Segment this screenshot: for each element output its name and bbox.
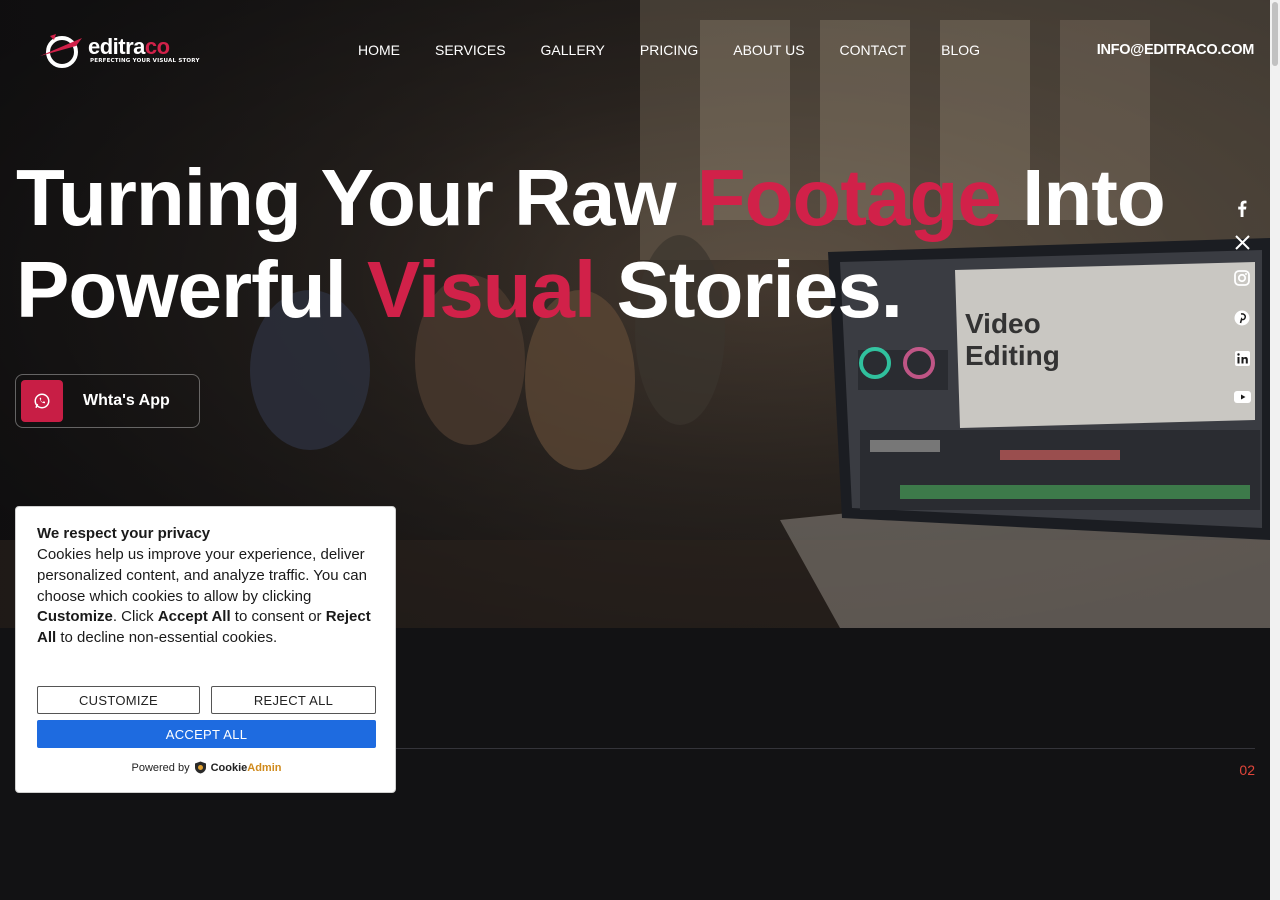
powered-by-label: Powered by <box>131 761 190 774</box>
whatsapp-label: Whta's App <box>83 392 170 409</box>
main-nav: HOME SERVICES GALLERY PRICING ABOUT US C… <box>358 42 1015 58</box>
headline-highlight-footage: Footage <box>696 153 1002 242</box>
linkedin-icon[interactable] <box>1232 348 1252 368</box>
site-logo[interactable]: editraco PERFECTING YOUR VISUAL STORY <box>36 30 199 70</box>
headline-text: Into <box>1000 153 1166 242</box>
headline-text: Stories. <box>595 245 902 334</box>
page-scrollbar[interactable] <box>1270 0 1280 900</box>
slide-counter: 02 <box>1239 762 1255 778</box>
logo-wordmark: editraco <box>88 34 170 59</box>
cookie-description: Cookies help us improve your experience,… <box>37 546 371 647</box>
cookie-consent-banner: We respect your privacy Cookies help us … <box>15 506 396 793</box>
x-icon[interactable] <box>1232 232 1252 252</box>
cookie-reject-all-button[interactable]: REJECT ALL <box>211 686 376 714</box>
cookie-title: We respect your privacy <box>37 525 211 542</box>
headline-text: Powerful <box>16 245 368 334</box>
pinterest-icon[interactable] <box>1232 308 1252 328</box>
whatsapp-button[interactable]: Whta's App <box>15 374 200 428</box>
scrollbar-thumb[interactable] <box>1272 2 1278 66</box>
headline-highlight-visual: Visual <box>367 245 596 334</box>
nav-home[interactable]: HOME <box>358 42 400 58</box>
cookieadmin-brand: CookieAdmin <box>210 761 282 774</box>
headline-text: Turning Your Raw <box>16 153 697 242</box>
nav-blog[interactable]: BLOG <box>941 42 980 58</box>
page: Video Editing editraco PERFECTING YOUR V… <box>0 0 1280 900</box>
cookie-accept-all-button[interactable]: ACCEPT ALL <box>37 720 376 748</box>
nav-services[interactable]: SERVICES <box>435 42 506 58</box>
nav-about-us[interactable]: ABOUT US <box>733 42 804 58</box>
logo-emblem-icon <box>40 34 82 68</box>
facebook-icon[interactable] <box>1232 198 1252 218</box>
header-email-link[interactable]: INFO@EDITRACO.COM <box>1097 42 1255 58</box>
logo-tagline: PERFECTING YOUR VISUAL STORY <box>90 58 200 64</box>
youtube-icon[interactable] <box>1232 387 1252 407</box>
cookie-customize-button[interactable]: CUSTOMIZE <box>37 686 200 714</box>
nav-contact[interactable]: CONTACT <box>840 42 907 58</box>
whatsapp-icon <box>21 380 63 422</box>
hero-headline: Turning Your Raw Footage Into Powerful V… <box>16 152 1196 336</box>
cookie-powered-by[interactable]: Powered by CookieAdmin <box>16 761 397 774</box>
nav-pricing[interactable]: PRICING <box>640 42 698 58</box>
monitor-text-line2: Editing <box>965 340 1060 371</box>
instagram-icon[interactable] <box>1232 268 1252 288</box>
cookieadmin-logo-icon <box>194 761 206 774</box>
nav-gallery[interactable]: GALLERY <box>541 42 605 58</box>
